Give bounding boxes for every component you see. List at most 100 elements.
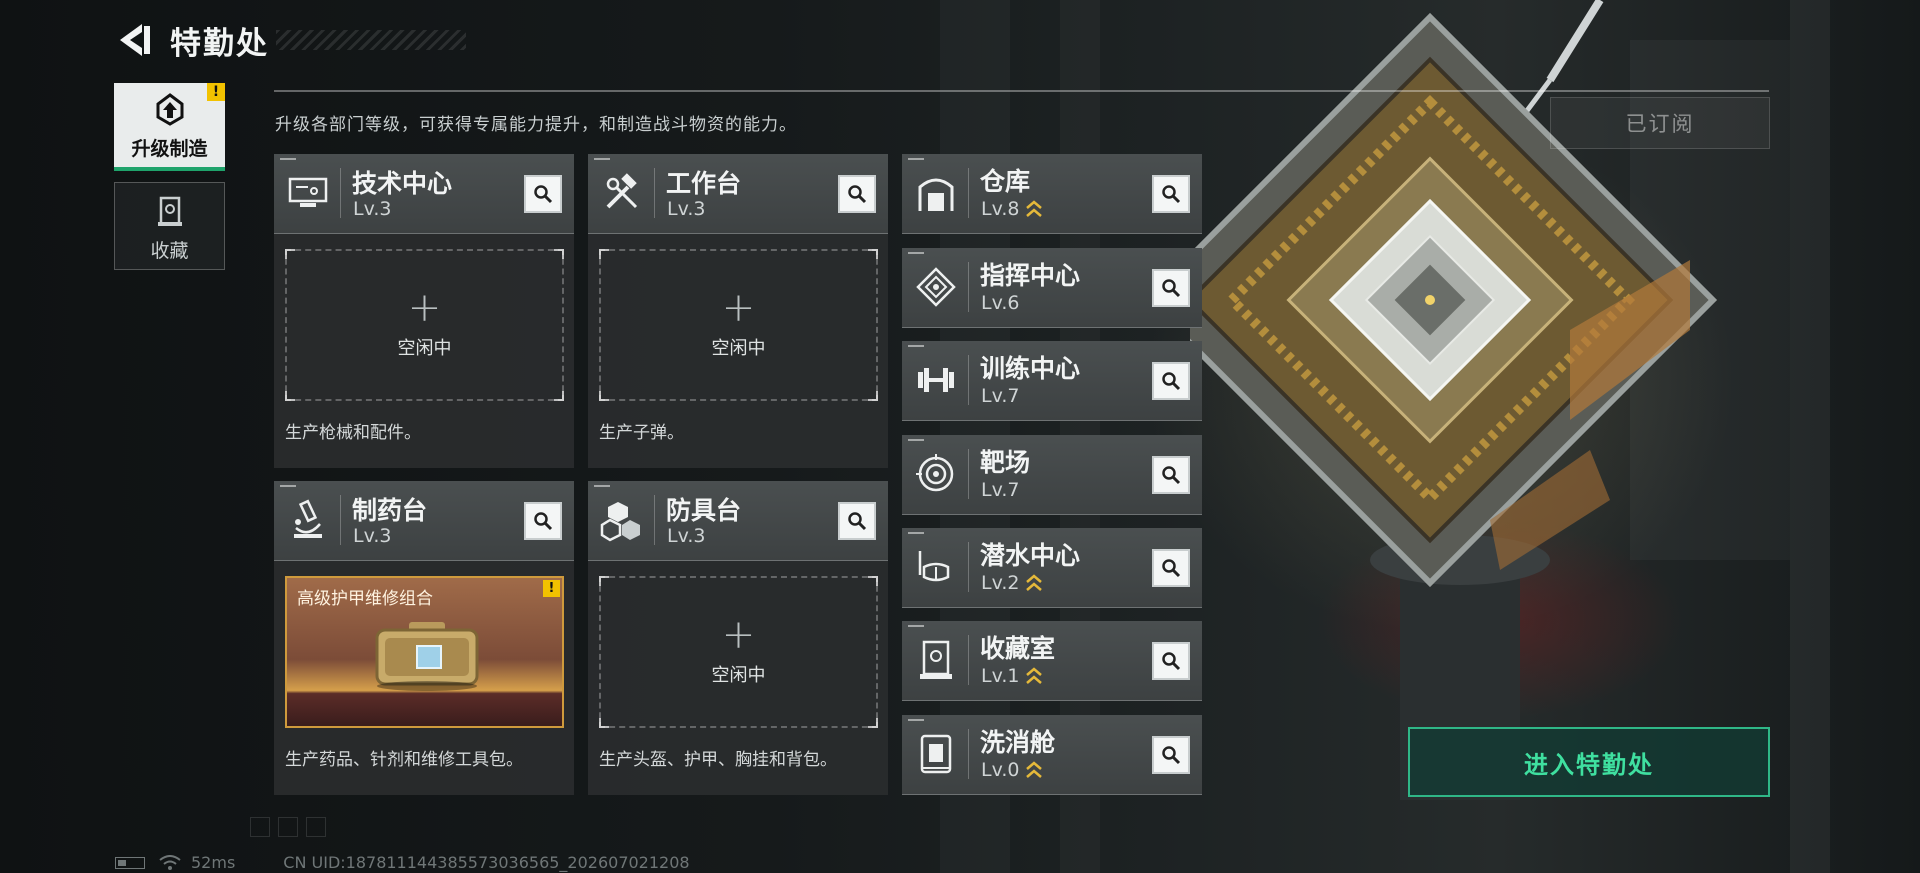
workbench-description: 生产子弹。 [599, 423, 684, 443]
battery-icon [115, 856, 145, 869]
facility-row-command-center[interactable]: 指挥中心 Lv.6 [902, 248, 1202, 328]
slot-status: 空闲中 [711, 338, 766, 359]
facility-level: Lv.7 [981, 385, 1020, 407]
workbench-level: Lv.3 [667, 525, 706, 547]
enter-special-ops-button[interactable]: 进入特勤处 [1408, 727, 1770, 797]
tab-collection[interactable]: 收藏 [114, 182, 225, 270]
magnifier-icon [1162, 279, 1181, 298]
card-header: 工作台 Lv.3 [588, 154, 888, 234]
magnifier-icon [1162, 185, 1181, 204]
facility-name: 指挥中心 [980, 261, 1081, 290]
facility-level: Lv.2 [981, 572, 1020, 594]
workbench-description: 生产药品、针剂和维修工具包。 [285, 750, 523, 770]
header-divider [274, 90, 1769, 92]
facility-name: 仓库 [980, 167, 1031, 196]
armor-repair-kit-icon [375, 622, 479, 691]
inspect-button[interactable] [524, 175, 562, 213]
facility-level-wrap: Lv.0 [981, 759, 1043, 781]
page-subtitle: 升级各部门等级，可获得专属能力提升，和制造战斗物资的能力。 [275, 115, 797, 135]
workbench-name: 制药台 [352, 496, 428, 525]
workbench-card-armor: 防具台 Lv.3 + 空闲中 生产头盔、护甲、胸挂和背包。 [588, 481, 888, 795]
inspect-button[interactable] [524, 502, 562, 540]
facility-level-wrap: Lv.1 [981, 665, 1043, 687]
facility-level-wrap: Lv.7 [981, 385, 1019, 407]
warehouse-icon [918, 178, 954, 211]
tab-label: 升级制造 [131, 138, 208, 160]
inspect-button[interactable] [1152, 736, 1190, 774]
facility-row-shooting-range[interactable]: 靶场 Lv.7 [902, 435, 1202, 515]
inspect-button[interactable] [1152, 175, 1190, 213]
collection-icon [157, 196, 182, 226]
upgrade-chevron-icon [1026, 667, 1043, 684]
workbench-name: 工作台 [666, 169, 742, 198]
target-icon [916, 454, 954, 492]
inspect-button[interactable] [1152, 362, 1190, 400]
workbench-name: 防具台 [666, 496, 742, 525]
back-button[interactable] [112, 18, 156, 62]
upgrade-craft-icon [156, 93, 183, 126]
facility-name: 靶场 [980, 448, 1031, 477]
upgrade-chevron-icon [1026, 574, 1043, 591]
workbench-name: 技术中心 [352, 169, 453, 198]
inspect-button[interactable] [1152, 549, 1190, 587]
magnifier-icon [1162, 372, 1181, 391]
magnifier-icon [1162, 466, 1181, 485]
card-header: 技术中心 Lv.3 [274, 154, 574, 234]
facility-level: Lv.0 [981, 759, 1020, 781]
inspect-button[interactable] [1152, 642, 1190, 680]
production-slot[interactable]: + 空闲中 [285, 249, 564, 401]
plus-icon: + [407, 285, 442, 331]
facility-row-diving-center[interactable]: 潜水中心 Lv.2 [902, 528, 1202, 608]
slot-status: 空闲中 [711, 665, 766, 686]
inspect-button[interactable] [838, 502, 876, 540]
decon-pod-icon [920, 734, 952, 774]
dumbbell-icon [918, 368, 954, 392]
upgrade-chevron-icon [1026, 761, 1043, 778]
workbench-level: Lv.3 [353, 525, 392, 547]
diving-mask-icon [918, 551, 950, 582]
magnifier-icon [848, 512, 867, 531]
display-case-icon [920, 640, 952, 679]
facility-level: Lv.8 [981, 198, 1020, 220]
ping-readout: 52ms [191, 853, 236, 872]
production-item-name: 高级护甲维修组合 [297, 589, 433, 609]
production-slot[interactable]: + 空闲中 [599, 576, 878, 728]
inspect-button[interactable] [1152, 456, 1190, 494]
inspect-button[interactable] [1152, 269, 1190, 307]
workbench-card-pharmacy: 制药台 Lv.3 高级护甲维修组合 ! 生产药品、针剂和维修工具包。 [274, 481, 574, 795]
production-item-card[interactable]: 高级护甲维修组合 ! [285, 576, 564, 728]
slot-status: 空闲中 [397, 338, 452, 359]
facility-level: Lv.1 [981, 665, 1020, 687]
page-title: 特勤处 [170, 26, 269, 62]
magnifier-icon [848, 185, 867, 204]
tab-upgrade-craft[interactable]: ! 升级制造 [114, 83, 225, 171]
subscribed-button[interactable]: 已订阅 [1550, 97, 1770, 149]
facility-name: 训练中心 [980, 354, 1081, 383]
card-header: 制药台 Lv.3 [274, 481, 574, 561]
facility-row-decon-chamber[interactable]: 洗消舱 Lv.0 [902, 715, 1202, 795]
workbench-description: 生产枪械和配件。 [285, 423, 421, 443]
title-decoration [276, 30, 466, 50]
facility-name: 收藏室 [980, 634, 1056, 663]
wifi-icon [159, 854, 181, 870]
magnifier-icon [534, 512, 553, 531]
facility-row-warehouse[interactable]: 仓库 Lv.8 [902, 154, 1202, 234]
magnifier-icon [1162, 652, 1181, 671]
workbench-description: 生产头盔、护甲、胸挂和背包。 [599, 750, 837, 770]
card-header: 防具台 Lv.3 [588, 481, 888, 561]
facility-name: 潜水中心 [980, 541, 1081, 570]
plus-icon: + [721, 285, 756, 331]
tab-label: 收藏 [150, 240, 189, 262]
workbench-card-tech-center: 技术中心 Lv.3 + 空闲中 生产枪械和配件。 [274, 154, 574, 468]
command-chip-icon [916, 267, 956, 307]
production-slot[interactable]: + 空闲中 [599, 249, 878, 401]
facility-row-collection-room[interactable]: 收藏室 Lv.1 [902, 621, 1202, 701]
facility-name: 洗消舱 [980, 728, 1056, 757]
facility-row-training-center[interactable]: 训练中心 Lv.7 [902, 341, 1202, 421]
facility-level: Lv.6 [981, 292, 1020, 314]
facility-level: Lv.7 [981, 479, 1020, 501]
inspect-button[interactable] [838, 175, 876, 213]
magnifier-icon [1162, 746, 1181, 765]
armor-blocks-icon [600, 502, 640, 542]
facility-level-wrap: Lv.2 [981, 572, 1043, 594]
